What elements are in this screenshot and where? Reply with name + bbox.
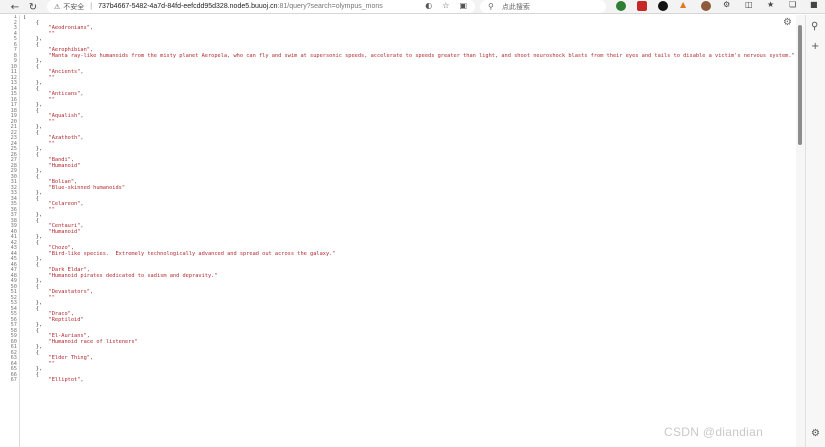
line-text: "Humanoid pirates dedicated to sadism an… [23,272,218,279]
search-placeholder: 点此搜索 [501,3,530,11]
insecure-label: 不安全 [63,3,85,11]
page-content: 1[2 {3 "Aeodronians", 4 "" 5 }, 6 {7 "Aerop… [0,15,805,447]
extension-black-icon[interactable] [658,1,668,11]
browser-toolbar: ← ↻ ⚠ 不安全 | 737b4667-5482-4a7d-84fd-eefc… [0,0,825,14]
json-viewer: 1[2 {3 "Aeodronians", 4 "" 5 }, 6 {7 "Aerop… [0,15,795,384]
vertical-scrollbar[interactable] [796,15,805,447]
line-text: "Bird-like species. Extremely technologi… [23,250,336,257]
profile-icon[interactable]: ■ [810,0,818,9]
search-icon: ⚲ [488,2,494,11]
line-number: 67 [10,377,17,383]
search-box[interactable]: ⚲ 点此搜索 [480,0,606,13]
extensions-puzzle-icon[interactable]: ⚙ [723,0,730,9]
line-text: "Manta ray-like humanoids from the misty… [23,52,795,59]
screenshot-icon[interactable]: ▣ [459,1,467,10]
extension-brown-icon[interactable] [701,1,711,11]
translate-icon[interactable]: ◐ [425,1,432,10]
sidebar-search-icon[interactable]: ⚲ [811,21,818,32]
url-path: :81/query?search=olympus_mons [277,3,383,10]
split-screen-icon[interactable]: ◫ [745,0,753,9]
address-actions: ◐ ☆ ▣ [425,1,467,10]
extension-green-icon[interactable] [616,1,626,11]
favorite-star-icon[interactable]: ☆ [442,1,449,10]
url-host: 737b4667-5482-4a7d-84fd-eefcdd95d328.nod… [98,3,278,10]
favorites-icon[interactable]: ★ [767,0,774,9]
reload-icon[interactable]: ↻ [26,0,40,14]
address-separator: | [90,3,93,10]
sidebar-settings-icon[interactable]: ⚙ [811,428,820,439]
viewer-settings-gear-icon[interactable]: ⚙ [783,17,792,28]
sidebar-add-icon[interactable]: + [811,41,819,52]
json-line: 8 "Manta ray-like humanoids from the mis… [0,52,795,60]
back-icon[interactable]: ← [8,0,22,14]
csdn-watermark: CSDN @diandian [664,425,764,439]
address-bar[interactable]: ⚠ 不安全 | 737b4667-5482-4a7d-84fd-eefcdd95… [47,0,475,13]
extension-red-icon[interactable] [637,1,647,11]
browser-sidebar: ⚲ + ⚙ [805,15,825,447]
browser-window: ← ↻ ⚠ 不安全 | 737b4667-5482-4a7d-84fd-eefc… [0,0,825,447]
collections-icon[interactable]: ❏ [789,0,796,9]
extension-fox-icon[interactable]: ▲ [680,0,686,9]
scrollbar-thumb[interactable] [798,25,802,145]
warning-icon: ⚠ [54,2,61,11]
line-text: "Elliptot", [23,377,84,383]
json-line: 67 "Elliptot", [0,377,795,384]
